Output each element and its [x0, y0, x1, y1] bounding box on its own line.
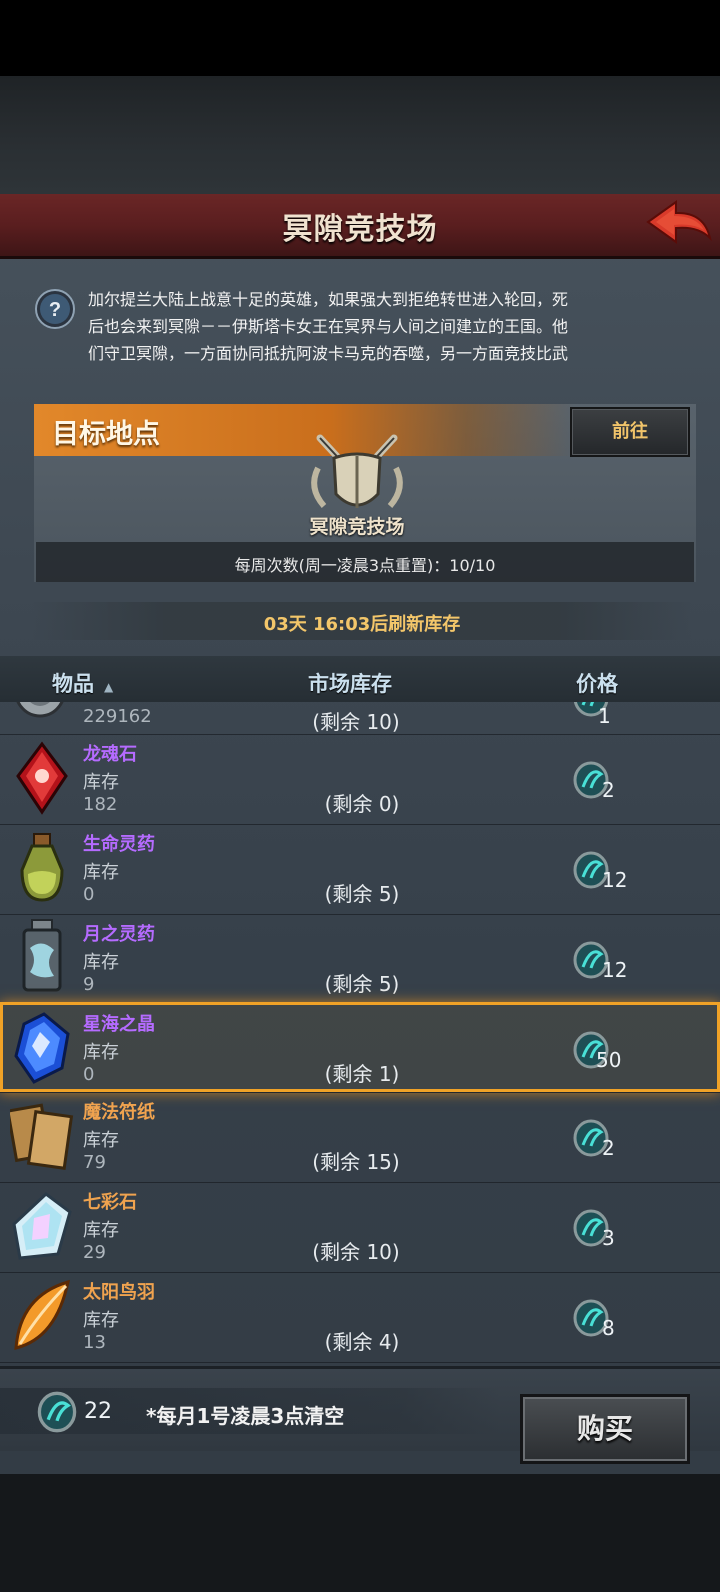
feather-icon	[14, 1279, 70, 1350]
shop-item-list[interactable]: 229162 (剩余 10) 1 龙魂石 库存 182 (剩余 0) 2 生命灵…	[0, 702, 720, 1366]
silver-flask-icon	[22, 919, 62, 992]
shop-row-selected[interactable]: 星海之晶 库存 0 (剩余 1) 50	[0, 1002, 720, 1093]
paper-scroll-icon	[10, 1103, 74, 1170]
item-remaining: (剩余 15)	[312, 1150, 400, 1174]
help-icon[interactable]: ?	[34, 288, 76, 330]
description-line: 后也会来到冥隙－－伊斯塔卡女王在冥界与人间之间建立的王国。他	[88, 317, 569, 336]
green-potion-icon	[20, 833, 64, 902]
item-stock-label: 库存	[83, 1042, 119, 1063]
item-remaining: (剩余 4)	[324, 1330, 400, 1354]
item-remaining: (剩余 10)	[312, 710, 400, 734]
shop-row[interactable]: 魔法符纸 库存 79 (剩余 15) 2	[0, 1092, 720, 1183]
arena-description: 加尔提兰大陆上战意十足的英雄，如果强大到拒绝转世进入轮回，死 后也会来到冥隙－－…	[88, 286, 648, 367]
arena-name-label: 冥隙竞技场	[309, 516, 405, 538]
goto-button[interactable]: 前往	[570, 407, 690, 457]
item-price: 12	[602, 958, 628, 982]
item-price: 1	[598, 704, 611, 728]
item-name: 星海之晶	[83, 1014, 155, 1035]
item-stock-value: 0	[83, 884, 95, 905]
scene-background	[0, 76, 720, 194]
red-gem-icon	[16, 741, 68, 815]
shop-row[interactable]: 月之灵药 库存 9 (剩余 5) 12	[0, 914, 720, 1005]
coin-balance: 22	[84, 1399, 112, 1424]
status-bar-area	[0, 0, 720, 76]
item-stock-value: 229162	[83, 706, 152, 727]
item-remaining: (剩余 0)	[324, 792, 400, 816]
page-title: 冥隙竞技场	[282, 212, 438, 247]
item-remaining: (剩余 10)	[312, 1240, 400, 1264]
shop-row-partial[interactable]: 229162 (剩余 10) 1	[0, 702, 720, 735]
item-stock-value: 0	[83, 1064, 95, 1085]
item-name: 生命灵药	[83, 834, 155, 855]
column-header-price: 价格	[576, 672, 618, 696]
item-price: 2	[602, 778, 615, 802]
item-name: 太阳鸟羽	[83, 1282, 155, 1303]
item-remaining: (剩余 5)	[324, 882, 400, 906]
item-price: 3	[602, 1226, 615, 1250]
bottom-area	[0, 1474, 720, 1592]
buy-button[interactable]: 购买	[520, 1394, 690, 1464]
refresh-timer-text: 03天 16:03后刷新库存	[263, 614, 461, 635]
item-stock-label: 库存	[83, 1220, 119, 1241]
item-price: 12	[602, 868, 628, 892]
description-line: 加尔提兰大陆上战意十足的英雄，如果强大到拒绝转世进入轮回，死	[88, 290, 569, 309]
item-stock-value: 9	[83, 974, 95, 995]
item-remaining: (剩余 1)	[324, 1062, 400, 1086]
sort-arrow-icon[interactable]: ▲	[104, 680, 113, 694]
target-location-label: 目标地点	[52, 419, 160, 450]
shop-row[interactable]: 太阳鸟羽 库存 13 (剩余 4) 8	[0, 1272, 720, 1363]
weekly-count-text: 每周次数(周一凌晨3点重置)：10/10	[234, 556, 496, 575]
back-arrow-icon[interactable]	[646, 198, 712, 248]
shop-row[interactable]: 龙魂石 库存 182 (剩余 0) 2	[0, 734, 720, 825]
item-remaining: (剩余 5)	[324, 972, 400, 996]
item-price: 2	[602, 1136, 615, 1160]
item-price: 8	[602, 1316, 615, 1340]
item-stock-value: 182	[83, 794, 118, 815]
item-stock-label: 库存	[83, 1310, 119, 1331]
item-stock-value: 29	[83, 1242, 106, 1263]
item-stock-value: 79	[83, 1152, 106, 1173]
item-name: 龙魂石	[83, 744, 137, 765]
title-bar: 冥隙竞技场	[0, 194, 720, 259]
item-name: 魔法符纸	[83, 1102, 155, 1123]
column-header-item[interactable]: 物品	[52, 668, 94, 698]
arena-coin-icon	[37, 1391, 77, 1433]
column-header-market-stock: 市场库存	[308, 672, 392, 696]
item-name: 七彩石	[83, 1192, 137, 1213]
item-stock-value: 13	[83, 1332, 106, 1353]
item-stock-label: 库存	[83, 952, 119, 973]
svg-text:?: ?	[49, 299, 61, 321]
blue-crystal-icon	[14, 1012, 70, 1084]
item-stock-label: 库存	[83, 772, 119, 793]
item-name: 月之灵药	[83, 924, 155, 945]
item-stock-label: 库存	[83, 862, 119, 883]
item-price: 50	[596, 1048, 622, 1072]
item-stock-label: 库存	[83, 1130, 119, 1151]
monthly-reset-note: *每月1号凌晨3点清空	[146, 1404, 345, 1428]
rainbow-stone-icon	[12, 1192, 72, 1260]
silver-coin-icon	[16, 702, 64, 718]
description-line: 们守卫冥隙，一方面协同抵抗阿波卡马克的吞噬，另一方面竞技比武	[88, 344, 569, 363]
shop-row[interactable]: 七彩石 库存 29 (剩余 10) 3	[0, 1182, 720, 1273]
shop-row[interactable]: 生命灵药 库存 0 (剩余 5) 12	[0, 824, 720, 915]
